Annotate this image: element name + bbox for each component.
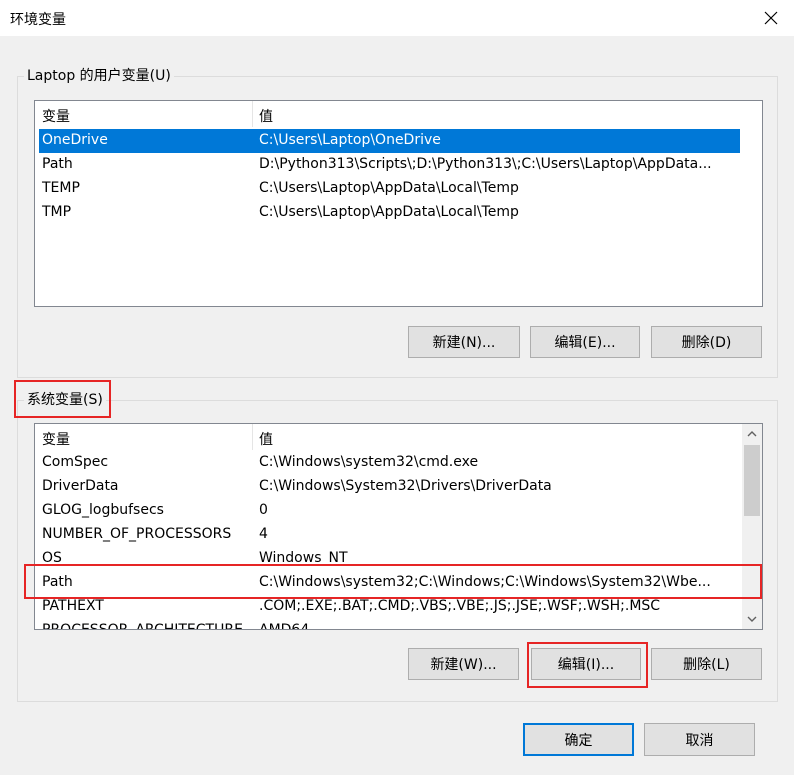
column-header-name[interactable]: 变量 <box>42 106 70 126</box>
table-row[interactable]: OneDrive C:\Users\Laptop\OneDrive <box>39 129 740 153</box>
table-row[interactable]: Path D:\Python313\Scripts\;D:\Python313\… <box>35 153 740 177</box>
highlight-path-row <box>24 564 762 599</box>
ok-button[interactable]: 确定 <box>523 723 634 756</box>
list-header: 变量 值 <box>35 424 743 450</box>
scroll-down-button[interactable] <box>742 609 762 629</box>
row-value: C:\Users\Laptop\OneDrive <box>259 132 441 148</box>
row-value: C:\Users\Laptop\AppData\Local\Temp <box>259 204 519 220</box>
row-name: ComSpec <box>42 454 109 470</box>
row-name: PATHEXT <box>42 598 104 614</box>
column-separator[interactable] <box>252 101 253 127</box>
chevron-up-icon <box>747 431 757 437</box>
list-header: 变量 值 <box>35 101 762 127</box>
chevron-down-icon <box>747 616 757 622</box>
column-separator[interactable] <box>252 424 253 450</box>
scrollbar-thumb[interactable] <box>744 445 760 516</box>
window-title: 环境变量 <box>10 12 66 28</box>
row-value: D:\Python313\Scripts\;D:\Python313\;C:\U… <box>259 156 712 172</box>
table-row[interactable]: PROCESSOR_ARCHITECTURE AMD64 <box>35 619 740 630</box>
row-name: OneDrive <box>42 132 108 148</box>
table-row[interactable]: TMP C:\Users\Laptop\AppData\Local\Temp <box>35 201 740 225</box>
table-row[interactable]: ComSpec C:\Windows\system32\cmd.exe <box>35 451 740 475</box>
system-delete-button[interactable]: 删除(L) <box>651 648 762 680</box>
row-name: Path <box>42 156 73 172</box>
row-value: AMD64 <box>259 622 310 630</box>
user-delete-button[interactable]: 删除(D) <box>651 326 762 358</box>
row-name: TMP <box>42 204 72 220</box>
row-value: 0 <box>259 502 268 518</box>
user-variables-label: Laptop 的用户变量(U) <box>24 67 174 85</box>
row-name: PROCESSOR_ARCHITECTURE <box>42 622 243 630</box>
title-bar: 环境变量 <box>0 0 794 36</box>
system-new-button[interactable]: 新建(W)... <box>408 648 519 680</box>
scroll-up-button[interactable] <box>742 424 762 444</box>
highlight-system-label <box>14 380 111 418</box>
table-row[interactable]: TEMP C:\Users\Laptop\AppData\Local\Temp <box>35 177 740 201</box>
column-header-name[interactable]: 变量 <box>42 429 70 449</box>
column-header-value[interactable]: 值 <box>259 106 273 126</box>
table-row[interactable]: GLOG_logbufsecs 0 <box>35 499 740 523</box>
close-button[interactable] <box>748 0 794 36</box>
table-row[interactable]: NUMBER_OF_PROCESSORS 4 <box>35 523 740 547</box>
column-header-value[interactable]: 值 <box>259 429 273 449</box>
user-variables-list[interactable]: 变量 值 OneDrive C:\Users\Laptop\OneDrive P… <box>34 100 763 307</box>
row-value: 4 <box>259 526 268 542</box>
user-new-button[interactable]: 新建(N)... <box>408 326 520 358</box>
user-edit-button[interactable]: 编辑(E)... <box>530 326 640 358</box>
close-icon <box>764 11 778 25</box>
row-name: TEMP <box>42 180 80 196</box>
row-value: C:\Windows\system32\cmd.exe <box>259 454 479 470</box>
row-value: C:\Windows\System32\Drivers\DriverData <box>259 478 552 494</box>
row-value: .COM;.EXE;.BAT;.CMD;.VBS;.VBE;.JS;.JSE;.… <box>259 598 661 614</box>
row-name: DriverData <box>42 478 119 494</box>
cancel-button[interactable]: 取消 <box>644 723 755 756</box>
row-name: GLOG_logbufsecs <box>42 502 164 518</box>
row-name: NUMBER_OF_PROCESSORS <box>42 526 232 542</box>
table-row[interactable]: DriverData C:\Windows\System32\Drivers\D… <box>35 475 740 499</box>
row-value: C:\Users\Laptop\AppData\Local\Temp <box>259 180 519 196</box>
highlight-edit-button <box>527 642 648 688</box>
